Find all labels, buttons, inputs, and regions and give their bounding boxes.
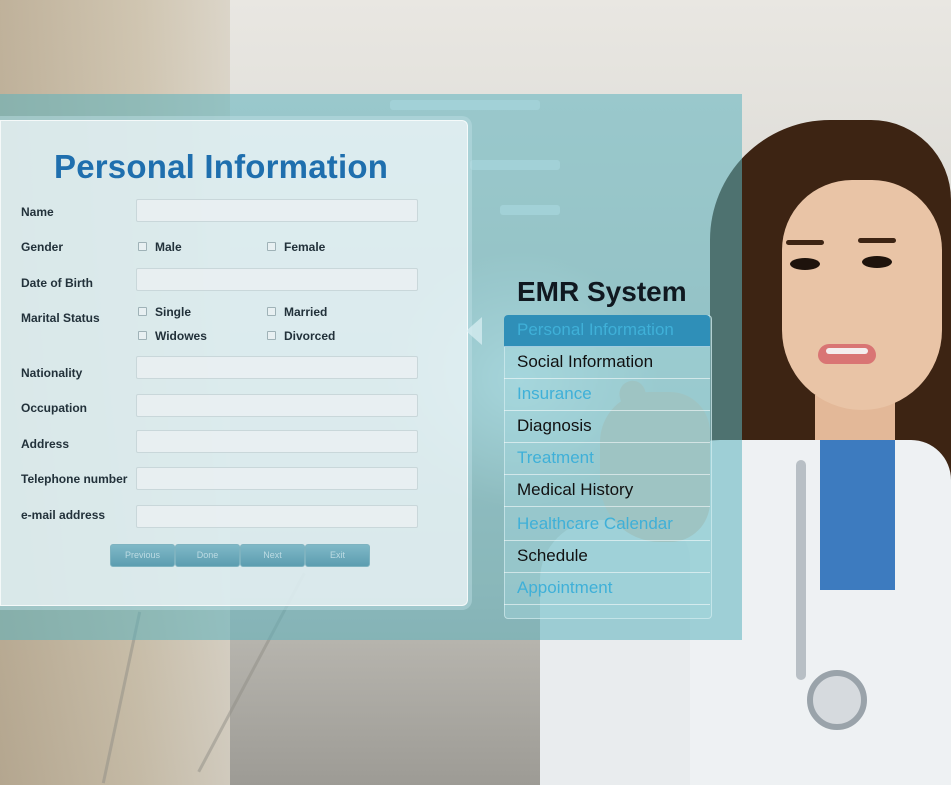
email-field[interactable] [136, 505, 418, 528]
label-gender: Gender [21, 240, 64, 254]
eyebrow [858, 238, 896, 243]
checkbox[interactable] [267, 307, 276, 317]
doctor-lips [818, 344, 876, 364]
next-button[interactable]: Next [240, 544, 305, 567]
blue-scrubs [820, 440, 895, 590]
checkbox[interactable] [138, 331, 147, 341]
checkbox[interactable] [267, 331, 276, 341]
checkbox[interactable] [138, 242, 147, 252]
label-telephone: Telephone number [21, 472, 128, 486]
emr-menu-item[interactable]: Schedule [504, 541, 710, 573]
eye [862, 256, 892, 268]
label-address: Address [21, 437, 70, 451]
checkbox[interactable] [138, 307, 147, 317]
eye [790, 258, 820, 270]
label-occupation: Occupation [21, 401, 88, 415]
address-field[interactable] [136, 430, 418, 453]
exit-button[interactable]: Exit [305, 544, 370, 567]
marital-option-widowes[interactable]: Widowes [138, 329, 207, 343]
label-marital-status: Marital Status [21, 311, 100, 325]
emr-menu-item[interactable]: Medical History [504, 475, 710, 507]
doctor-face [782, 180, 942, 410]
marital-option-single[interactable]: Single [138, 305, 191, 319]
emr-menu-item[interactable]: Treatment [504, 443, 710, 475]
form-title: Personal Information [54, 148, 389, 185]
label-name: Name [21, 205, 54, 219]
label-email: e-mail address [21, 508, 106, 522]
occupation-field[interactable] [136, 394, 418, 417]
nationality-field[interactable] [136, 356, 418, 379]
emr-system-title: EMR System [517, 276, 687, 307]
gender-option-male[interactable]: Male [138, 240, 182, 254]
label-dob: Date of Birth [21, 276, 93, 290]
emr-menu-item[interactable]: Insurance [504, 379, 710, 411]
menu-pointer-arrow [466, 317, 482, 345]
previous-button[interactable]: Previous [110, 544, 175, 567]
checkbox[interactable] [267, 242, 276, 252]
emr-menu-item[interactable]: Healthcare Calendar [504, 509, 710, 541]
done-button[interactable]: Done [175, 544, 240, 567]
gender-option-female[interactable]: Female [267, 240, 325, 254]
emr-menu-item[interactable]: Personal Information [504, 315, 710, 347]
name-field[interactable] [136, 199, 418, 222]
emr-menu-item[interactable]: Appointment [504, 573, 710, 605]
emr-menu-item[interactable]: Social Information [504, 347, 710, 379]
dob-field[interactable] [136, 268, 418, 291]
stethoscope-tube [796, 460, 806, 680]
stethoscope-icon [807, 670, 867, 730]
emr-menu-item[interactable]: Diagnosis [504, 411, 710, 443]
marital-option-married[interactable]: Married [267, 305, 327, 319]
doctor-teeth [826, 348, 868, 354]
telephone-field[interactable] [136, 467, 418, 490]
eyebrow [786, 240, 824, 245]
label-nationality: Nationality [21, 366, 83, 380]
marital-option-divorced[interactable]: Divorced [267, 329, 335, 343]
